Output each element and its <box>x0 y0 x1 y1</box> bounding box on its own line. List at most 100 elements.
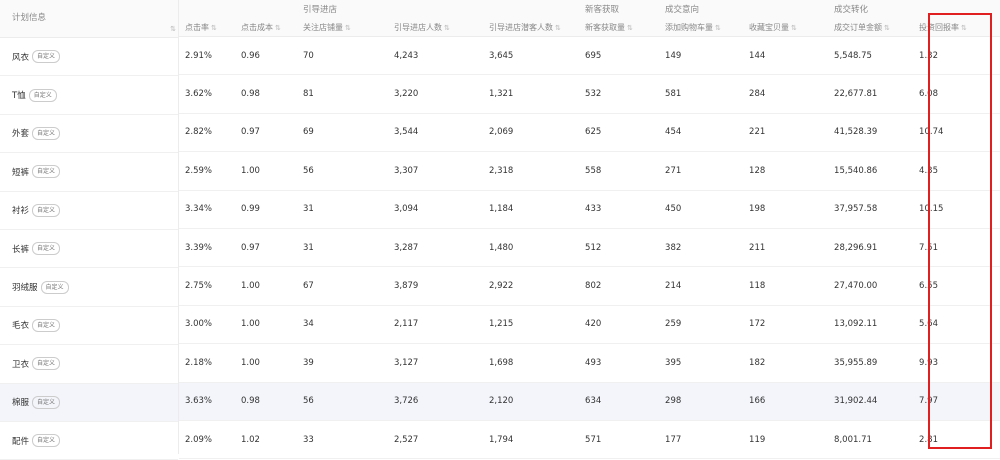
sort-icon[interactable]: ⇅ <box>884 24 890 32</box>
table-row: 2.75% 1.00 67 3,879 2,922 802 214 118 27,470.00 6… <box>179 266 1000 306</box>
column-header[interactable]: 引导进店潜客人数 ⇅ <box>483 18 580 37</box>
custom-tag: 自定义 <box>32 395 61 409</box>
table-cell: 39 <box>297 343 388 383</box>
sort-icon[interactable]: ⇅ <box>791 24 797 32</box>
table-cell: 4.35 <box>913 151 1000 191</box>
table-row: 2.82% 0.97 69 3,544 2,069 625 454 221 41,528.39 1… <box>179 113 1000 153</box>
plan-name[interactable]: 棉服 <box>12 396 29 408</box>
custom-tag: 自定义 <box>32 203 61 217</box>
plan-name[interactable]: 衬衫 <box>12 204 29 216</box>
plan-name[interactable]: 卫衣 <box>12 358 29 370</box>
plan-name[interactable]: 羽绒服 <box>12 281 38 293</box>
sort-icon[interactable]: ⇅ <box>345 24 351 32</box>
table-cell: 9.93 <box>913 343 1000 383</box>
column-header-label: 点击率 <box>185 22 209 32</box>
table-row: 3.39% 0.97 31 3,287 1,480 512 382 211 28,296.91 7… <box>179 228 1000 268</box>
table-cell: 512 <box>579 228 660 268</box>
sort-icon[interactable]: ⇅ <box>444 24 450 32</box>
metrics-table-panel: 引导进店 新客获取 成交意向 成交转化 点击率 ⇅ 点击成本 ⇅ 关注店铺量 ⇅ 引导进店人… <box>179 0 1000 460</box>
table-cell: 5.64 <box>913 305 1000 345</box>
table-cell: 15,540.86 <box>828 151 914 191</box>
table-cell: 1,184 <box>483 190 580 229</box>
table-cell: 2,527 <box>388 420 483 460</box>
table-cell: 3.62% <box>179 74 235 114</box>
table-cell: 581 <box>659 74 744 114</box>
table-cell: 433 <box>579 190 660 229</box>
sort-icon[interactable]: ⇅ <box>170 25 176 33</box>
table-cell: 3,307 <box>388 151 483 191</box>
table-cell: 0.97 <box>235 228 297 268</box>
column-header[interactable]: 收藏宝贝量 ⇅ <box>743 18 829 37</box>
custom-tag: 自定义 <box>32 357 61 371</box>
table-cell: 119 <box>743 420 829 460</box>
sort-icon[interactable]: ⇅ <box>211 24 217 32</box>
table-cell: 2.18% <box>179 343 235 383</box>
table-cell: 2.75% <box>179 266 235 306</box>
plan-row[interactable]: 毛衣 自定义 <box>0 307 178 346</box>
plan-row[interactable]: 配件 自定义 <box>0 422 178 460</box>
plan-row[interactable]: 衬衫 自定义 <box>0 192 178 230</box>
table-cell: 1.00 <box>235 305 297 345</box>
plan-name[interactable]: 配件 <box>12 435 29 447</box>
plan-row[interactable]: 长裤 自定义 <box>0 230 178 269</box>
table-cell: 1.00 <box>235 151 297 191</box>
plan-row[interactable]: 卫衣 自定义 <box>0 345 178 384</box>
table-cell: 802 <box>579 266 660 306</box>
column-header[interactable]: 成交订单金额 ⇅ <box>828 18 914 37</box>
sort-icon[interactable]: ⇅ <box>715 24 721 32</box>
plan-row[interactable]: 棉服 自定义 <box>0 383 178 422</box>
table-cell: 31 <box>297 228 388 268</box>
table-cell: 3,220 <box>388 74 483 114</box>
table-cell: 81 <box>297 74 388 114</box>
table-cell: 70 <box>297 36 388 76</box>
table-cell: 182 <box>743 343 829 383</box>
sort-icon[interactable]: ⇅ <box>275 24 281 32</box>
plan-name[interactable]: 短裤 <box>12 166 29 178</box>
plan-row[interactable]: 风衣 自定义 <box>0 38 178 77</box>
sort-icon[interactable]: ⇅ <box>961 24 967 32</box>
plan-name[interactable]: T恤 <box>12 89 26 101</box>
table-cell: 211 <box>743 228 829 268</box>
column-header-label: 引导进店人数 <box>394 22 442 32</box>
plan-name[interactable]: 风衣 <box>12 51 29 63</box>
table-cell: 69 <box>297 113 388 153</box>
table-cell: 3,094 <box>388 190 483 229</box>
table-cell: 3.00% <box>179 305 235 345</box>
column-header[interactable]: 投资回报率 ⇅ <box>913 18 1000 37</box>
plan-name[interactable]: 长裤 <box>12 243 29 255</box>
group-header-conversion: 成交转化 <box>828 0 1000 18</box>
column-header[interactable]: 添加购物车量 ⇅ <box>659 18 744 37</box>
table-cell: 1,321 <box>483 74 580 114</box>
table-row: 3.63% 0.98 56 3,726 2,120 634 298 166 31,902.44 7… <box>179 382 1000 421</box>
table-cell: 3,726 <box>388 382 483 421</box>
plan-name[interactable]: 毛衣 <box>12 319 29 331</box>
group-header-guide: 引导进店 <box>297 0 580 18</box>
column-header[interactable]: 点击率 ⇅ <box>179 18 235 37</box>
table-cell: 221 <box>743 113 829 153</box>
table-cell: 7.51 <box>913 228 1000 268</box>
group-header-empty <box>179 0 297 18</box>
custom-tag: 自定义 <box>28 88 57 102</box>
column-header[interactable]: 点击成本 ⇅ <box>235 18 297 37</box>
sort-icon[interactable]: ⇅ <box>555 24 561 32</box>
column-header-label: 引导进店潜客人数 <box>489 22 553 32</box>
column-header[interactable]: 引导进店人数 ⇅ <box>388 18 483 37</box>
plan-row[interactable]: 羽绒服 自定义 <box>0 268 178 307</box>
table-cell: 33 <box>297 420 388 460</box>
plan-row[interactable]: 外套 自定义 <box>0 115 178 154</box>
plan-name[interactable]: 外套 <box>12 127 29 139</box>
table-cell: 118 <box>743 266 829 306</box>
table-cell: 532 <box>579 74 660 114</box>
column-header[interactable]: 新客获取量 ⇅ <box>579 18 660 37</box>
table-cell: 1,215 <box>483 305 580 345</box>
table-cell: 27,470.00 <box>828 266 914 306</box>
plan-row[interactable]: 短裤 自定义 <box>0 153 178 192</box>
table-cell: 0.99 <box>235 190 297 229</box>
column-header-label: 投资回报率 <box>919 22 960 32</box>
plan-row[interactable]: T恤 自定义 <box>0 76 178 115</box>
column-header-label: 新客获取量 <box>585 22 626 32</box>
table-cell: 259 <box>659 305 744 345</box>
sort-icon[interactable]: ⇅ <box>627 24 633 32</box>
column-header-row: 点击率 ⇅ 点击成本 ⇅ 关注店铺量 ⇅ 引导进店人数 ⇅ 引导进店潜客人数 ⇅ 新客获取量 ⇅ 添加购… <box>179 18 1000 37</box>
column-header[interactable]: 关注店铺量 ⇅ <box>297 18 388 37</box>
